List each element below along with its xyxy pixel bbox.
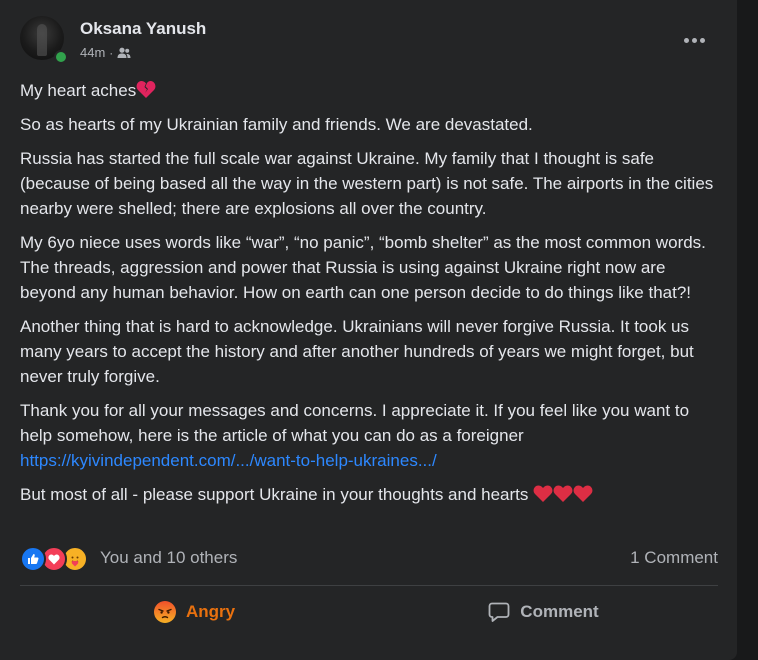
red-heart-icon: [573, 485, 593, 502]
meta-separator: ·: [109, 45, 114, 60]
paragraph-text: Thank you for all your messages and conc…: [20, 401, 690, 445]
red-heart-icon: [533, 485, 553, 502]
more-dot-icon: [683, 37, 689, 43]
online-status-dot: [54, 50, 68, 64]
comment-icon: [488, 602, 510, 622]
post-meta: 44m ·: [80, 45, 131, 60]
post-body: My heart aches So as hearts of my Ukrain…: [20, 78, 720, 516]
reaction-icons[interactable]: [20, 546, 88, 572]
like-icon: [20, 546, 46, 572]
paragraph: Another thing that is hard to acknowledg…: [20, 317, 694, 386]
comment-button[interactable]: Comment: [369, 590, 718, 634]
post-stats: You and 10 others 1 Comment: [20, 544, 718, 574]
comments-count[interactable]: 1 Comment: [630, 548, 718, 568]
paragraph: My 6yo niece uses words like “war”, “no …: [20, 233, 706, 302]
angry-icon: [153, 601, 176, 623]
red-heart-icon: [553, 485, 573, 502]
paragraph: So as hearts of my Ukrainian family and …: [20, 115, 533, 134]
paragraph: But most of all - please support Ukraine…: [20, 482, 720, 507]
angry-reaction-button[interactable]: Angry: [20, 590, 369, 634]
paragraph: Russia has started the full scale war ag…: [20, 149, 714, 218]
paragraph: My heart aches: [20, 78, 720, 103]
more-dot-icon: [699, 37, 705, 43]
post-header: Oksana Yanush 44m ·: [20, 16, 720, 64]
more-dot-icon: [691, 37, 697, 43]
more-options-button[interactable]: [676, 24, 712, 56]
broken-heart-icon: [136, 81, 156, 98]
post-actions: Angry Comment: [20, 590, 718, 634]
author-name[interactable]: Oksana Yanush: [80, 19, 206, 39]
post-card: Oksana Yanush 44m · My heart aches So as…: [0, 0, 737, 660]
friends-icon[interactable]: [117, 47, 131, 59]
article-link[interactable]: https://kyivindependent.com/.../want-to-…: [20, 451, 437, 470]
ukraine-flag-icon: [157, 83, 177, 97]
comment-label: Comment: [520, 602, 599, 621]
avatar-photo: [37, 24, 47, 56]
actions-divider: [20, 585, 718, 586]
reactors-text[interactable]: You and 10 others: [100, 548, 237, 568]
angry-label: Angry: [185, 602, 236, 621]
paragraph: Thank you for all your messages and conc…: [20, 398, 720, 473]
paragraph-text: But most of all - please support Ukraine…: [20, 485, 529, 504]
post-time[interactable]: 44m: [80, 45, 105, 60]
paragraph-text: My heart aches: [20, 81, 137, 100]
